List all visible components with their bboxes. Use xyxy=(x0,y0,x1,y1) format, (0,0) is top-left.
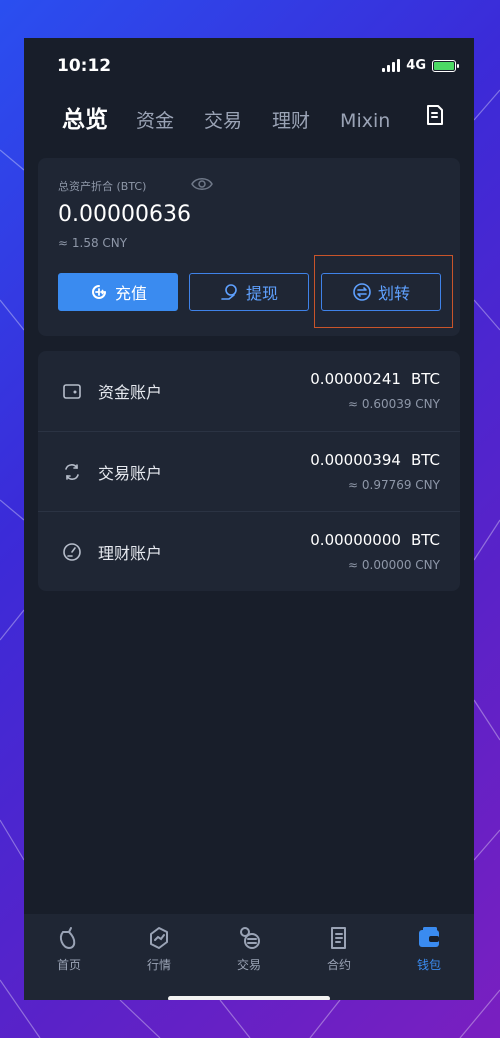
status-right: 4G xyxy=(382,58,459,73)
account-name: 资金账户 xyxy=(98,383,163,402)
nav-market-label: 行情 xyxy=(146,958,171,972)
nav-wallet[interactable]: 钱包 xyxy=(384,914,474,1000)
bill-icon[interactable] xyxy=(424,104,446,126)
phone-screen: 10:12 4G 总览 资金 交易 理财 Mixin 总资产折合 (BTC) 0… xyxy=(24,38,474,1000)
bottom-nav: 首页 行情 交易 合约 钱包 xyxy=(24,914,474,1000)
nav-contract[interactable]: 合约 xyxy=(294,914,384,1000)
total-assets-label: 总资产折合 (BTC) xyxy=(58,180,147,193)
status-time: 10:12 xyxy=(57,56,112,76)
contract-icon xyxy=(331,927,346,949)
withdraw-label: 提现 xyxy=(245,284,278,303)
exchange-icon xyxy=(65,464,79,480)
nav-market[interactable]: 行情 xyxy=(114,914,204,1000)
nav-home[interactable]: 首页 xyxy=(24,914,114,1000)
home-icon xyxy=(59,927,76,950)
account-row-funds[interactable]: 资金账户 0.00000241 BTC ≈ 0.60039 CNY xyxy=(38,351,460,431)
account-row-finance[interactable]: 理财账户 0.00000000 BTC ≈ 0.00000 CNY xyxy=(38,511,460,591)
eye-icon[interactable] xyxy=(191,176,213,192)
battery-icon xyxy=(432,59,459,72)
total-assets-cny: ≈ 1.58 CNY xyxy=(58,236,128,250)
wallet-icon xyxy=(63,384,81,399)
withdraw-button[interactable]: 提现 xyxy=(189,273,309,311)
deposit-icon xyxy=(92,285,106,299)
tab-mixin[interactable]: Mixin xyxy=(340,110,390,132)
account-name: 理财账户 xyxy=(98,544,163,563)
network-label: 4G xyxy=(406,58,426,73)
total-assets-value: 0.00000636 xyxy=(58,202,191,227)
tab-funds[interactable]: 资金 xyxy=(136,106,174,133)
home-indicator xyxy=(168,996,330,1000)
nav-wallet-label: 钱包 xyxy=(416,958,441,972)
nav-trade[interactable]: 交易 xyxy=(204,914,294,1000)
signal-icon xyxy=(382,59,401,72)
account-name: 交易账户 xyxy=(98,464,163,483)
account-cny: ≈ 0.00000 CNY xyxy=(348,558,440,572)
nav-contract-label: 合约 xyxy=(326,958,351,972)
tab-finance[interactable]: 理财 xyxy=(272,106,310,133)
market-icon xyxy=(150,927,168,949)
nav-trade-label: 交易 xyxy=(236,958,261,972)
deposit-label: 充值 xyxy=(114,284,147,303)
trade-icon xyxy=(240,927,260,949)
account-cny: ≈ 0.97769 CNY xyxy=(348,478,440,492)
account-amount: 0.00000394 BTC xyxy=(310,451,440,469)
transfer-highlight-box xyxy=(314,255,453,328)
header-tabs: 总览 资金 交易 理财 Mixin xyxy=(62,100,420,134)
gauge-icon xyxy=(63,543,81,561)
tab-trade[interactable]: 交易 xyxy=(204,106,242,133)
withdraw-icon xyxy=(221,284,237,300)
account-amount: 0.00000000 BTC xyxy=(310,531,440,549)
nav-home-label: 首页 xyxy=(56,958,81,972)
account-amount: 0.00000241 BTC xyxy=(310,370,440,388)
tab-overview[interactable]: 总览 xyxy=(62,100,108,134)
account-cny: ≈ 0.60039 CNY xyxy=(348,397,440,411)
status-bar: 10:12 4G xyxy=(24,38,474,94)
deposit-button[interactable]: 充值 xyxy=(58,273,178,311)
account-row-trade[interactable]: 交易账户 0.00000394 BTC ≈ 0.97769 CNY xyxy=(38,431,460,511)
wallet-nav-icon xyxy=(419,927,439,947)
accounts-list: 资金账户 0.00000241 BTC ≈ 0.60039 CNY 交易账户 0.… xyxy=(38,351,460,591)
